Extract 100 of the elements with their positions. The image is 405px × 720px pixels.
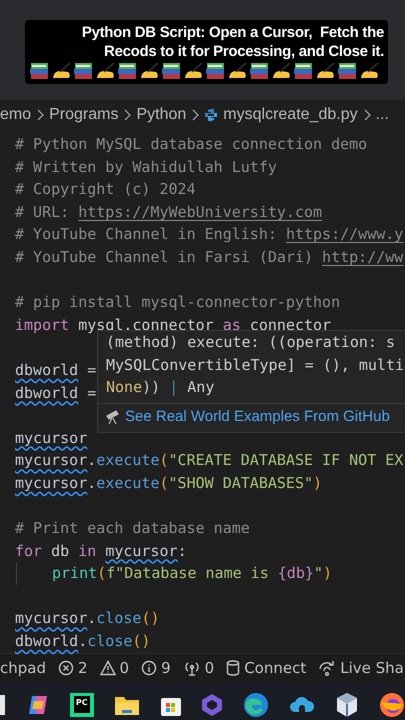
code-token: as bbox=[222, 316, 241, 334]
breadcrumb-item[interactable]: mysqlcreate_db.py bbox=[223, 106, 358, 124]
firefox-browser-icon[interactable] bbox=[378, 692, 405, 718]
hexagon-app-icon[interactable] bbox=[201, 692, 224, 717]
code-token: close bbox=[96, 609, 142, 628]
breadcrumb-item[interactable]: Python bbox=[136, 106, 186, 124]
breadcrumb-item[interactable]: Programs bbox=[49, 106, 118, 124]
chevron-icon bbox=[191, 109, 200, 121]
python-file-icon bbox=[204, 108, 218, 122]
code-token: close bbox=[87, 632, 132, 650]
code-token: dbworld bbox=[15, 632, 78, 650]
code-token: . bbox=[78, 632, 88, 650]
cube-icon[interactable] bbox=[335, 692, 359, 718]
code-token: import bbox=[15, 316, 70, 334]
code-token: : bbox=[178, 542, 187, 560]
code-token: (method) execute: ((operation: s bbox=[106, 333, 395, 351]
caption-text: Recods to it for Processing, and Close it. bbox=[104, 42, 384, 61]
code-token: mycursor bbox=[15, 609, 88, 628]
app-icon[interactable] bbox=[0, 694, 6, 715]
code-token: dbworld bbox=[15, 384, 78, 402]
code-token: mysql.connector bbox=[77, 316, 215, 334]
books-icon bbox=[117, 62, 138, 80]
code-token: # Written by Wahidullah Lutfy bbox=[15, 158, 277, 176]
code-token: ) bbox=[313, 474, 322, 492]
status-text[interactable]: 9 bbox=[161, 658, 171, 677]
code-token: {db} bbox=[278, 564, 314, 582]
writing-hand-icon bbox=[315, 62, 336, 80]
warning-icon bbox=[100, 660, 116, 676]
pycharm-app-icon[interactable]: PC bbox=[70, 692, 94, 717]
code-token: ) bbox=[322, 564, 332, 582]
code-token: # YouTube Channel in Farsi (Dari) bbox=[15, 248, 314, 266]
code-token: "SHOW DATABASES" bbox=[168, 474, 314, 492]
info-icon bbox=[141, 660, 158, 676]
code-token: ( bbox=[97, 564, 106, 582]
status-text[interactable]: 0 bbox=[120, 658, 130, 677]
status-text[interactable]: 0 bbox=[204, 658, 214, 677]
code-token: db bbox=[50, 542, 70, 560]
breadcrumb-item[interactable]: emo bbox=[0, 106, 32, 124]
chevron-icon bbox=[36, 109, 44, 121]
books-icon bbox=[29, 62, 50, 80]
caption-text: Python DB Script: Open a Cursor, Fetch the bbox=[82, 23, 384, 42]
code-token: ( bbox=[160, 474, 169, 492]
code-token: # Copyright (c) 2024 bbox=[15, 180, 196, 198]
code-token: dbworld bbox=[15, 360, 78, 379]
code-token: . bbox=[87, 609, 96, 628]
code-token: connector bbox=[248, 316, 332, 334]
code-token: in bbox=[78, 542, 98, 560]
books-icon bbox=[205, 62, 226, 80]
code-token: # Python MySQL database connection demo bbox=[15, 135, 368, 153]
writing-hand-icon bbox=[227, 62, 248, 80]
share-icon bbox=[318, 660, 336, 676]
code-token: | bbox=[169, 378, 180, 396]
books-icon bbox=[337, 62, 358, 80]
code-token: () bbox=[141, 609, 160, 628]
code-token: . bbox=[87, 474, 96, 492]
link[interactable]: https://MyWebUniversity.com bbox=[78, 202, 322, 221]
chevron-icon bbox=[123, 109, 132, 121]
books-icon bbox=[73, 62, 94, 80]
code-token: () bbox=[132, 632, 150, 650]
database-icon bbox=[226, 660, 240, 676]
code-token: = bbox=[86, 360, 96, 379]
code-token: Any bbox=[187, 378, 214, 396]
code-token: None bbox=[106, 378, 142, 396]
books-icon bbox=[293, 62, 314, 80]
code-token: MySQLConvertibleType] = (), multi bbox=[106, 356, 404, 374]
code-token: # pip install mysql-connector-python bbox=[15, 293, 340, 312]
code-token: mycursor bbox=[15, 428, 88, 447]
code-token: = bbox=[86, 384, 96, 402]
code-token: execute bbox=[96, 451, 160, 470]
link[interactable]: http://ww bbox=[322, 248, 404, 266]
books-icon bbox=[161, 62, 182, 80]
code-token: # Print each database name bbox=[15, 519, 250, 538]
writing-hand-icon bbox=[183, 62, 204, 80]
code-token: # YouTube Channel in English: bbox=[15, 225, 278, 244]
code-token: execute bbox=[96, 474, 160, 492]
code-token: f"Database name is bbox=[106, 564, 270, 582]
writing-hand-icon bbox=[359, 62, 380, 80]
github-examples-link[interactable]: See Real World Examples From GitHub bbox=[106, 406, 390, 427]
writing-hand-icon bbox=[95, 62, 116, 80]
antenna-icon bbox=[182, 660, 201, 676]
breadcrumb-item[interactable]: ... bbox=[376, 106, 389, 124]
writing-hand-icon bbox=[51, 62, 72, 80]
edge-browser-icon[interactable] bbox=[243, 692, 270, 718]
code-token: "CREATE DATABASE IF NOT EX bbox=[168, 451, 404, 470]
status-text[interactable]: 2 bbox=[78, 658, 88, 677]
telescope-icon bbox=[106, 408, 120, 425]
code-token: " bbox=[314, 564, 323, 582]
error-icon bbox=[58, 660, 74, 676]
link[interactable]: https://www.y bbox=[286, 225, 404, 244]
code-token: )) bbox=[142, 378, 162, 396]
status-text[interactable]: chpad bbox=[0, 658, 46, 677]
status-text[interactable]: Connect bbox=[244, 658, 306, 677]
code-token: # URL: bbox=[15, 202, 70, 221]
code-token: . bbox=[87, 451, 96, 470]
code-token: ( bbox=[160, 451, 169, 470]
code-token: mycursor bbox=[105, 542, 178, 560]
books-icon bbox=[249, 62, 270, 80]
status-text[interactable]: Live Sha bbox=[340, 658, 404, 677]
code-token: mycursor bbox=[15, 451, 88, 470]
chevron-icon bbox=[362, 109, 371, 121]
